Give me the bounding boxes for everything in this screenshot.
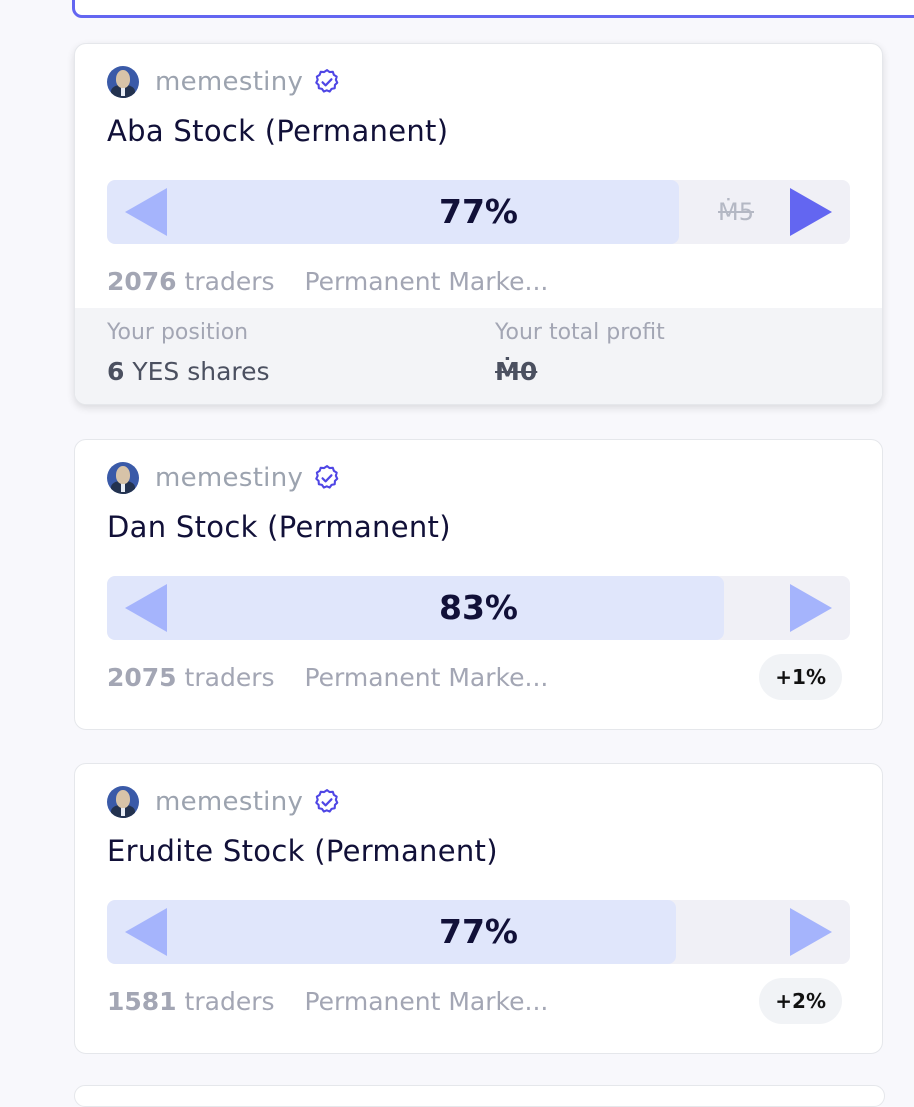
creator-row[interactable]: memestiny [107,784,341,820]
position-label: Your position [107,320,249,345]
market-title[interactable]: Aba Stock (Permanent) [107,114,448,148]
market-meta: 2076 traders Permanent Marke... [107,264,548,300]
bet-yes-arrow-icon[interactable] [790,584,832,632]
market-title[interactable]: Dan Stock (Permanent) [107,510,451,544]
profit-label: Your total profit [495,320,665,345]
verified-badge-icon [315,789,339,813]
market-meta: 2075 traders Permanent Marke... [107,660,548,696]
search-box[interactable] [72,0,914,18]
group-tag[interactable]: Permanent Marke... [304,987,548,1016]
traders-count: 1581 [107,987,177,1016]
bet-no-arrow-icon[interactable] [125,188,167,236]
verified-badge-icon [315,465,339,489]
bet-amount: Ṁ5 [718,198,754,226]
creator-row[interactable]: memestiny [107,64,341,100]
position-value: 6 YES shares [107,356,270,388]
avatar [107,66,139,98]
traders-label: traders [184,267,275,296]
creator-name[interactable]: memestiny [155,463,303,493]
bet-no-arrow-icon[interactable] [125,908,167,956]
profit-value: Ṁ0 [495,357,538,386]
profit-column: Your total profit Ṁ0 [495,318,665,388]
position-panel: Your position 6 YES shares Your total pr… [75,308,882,404]
probability-change-badge: +1% [759,654,842,700]
bet-yes-arrow-icon[interactable] [790,908,832,956]
group-tag[interactable]: Permanent Marke... [304,663,548,692]
bet-no-arrow-icon[interactable] [125,584,167,632]
verified-badge-icon [315,69,339,93]
creator-name[interactable]: memestiny [155,67,303,97]
shares-label: YES shares [132,357,270,386]
probability-bar: 77% Ṁ5 [107,180,850,244]
avatar [107,462,139,494]
traders-label: traders [184,663,275,692]
probability-value: 77% [439,912,518,951]
market-card-partial[interactable] [74,1085,885,1107]
market-title[interactable]: Erudite Stock (Permanent) [107,834,498,868]
market-card[interactable]: memestiny Aba Stock (Permanent) 77% Ṁ5 2… [74,43,883,405]
position-column: Your position 6 YES shares [107,318,270,388]
creator-row[interactable]: memestiny [107,460,341,496]
probability-value: 83% [439,588,518,627]
bet-yes-arrow-icon[interactable] [790,188,832,236]
creator-name[interactable]: memestiny [155,787,303,817]
traders-count: 2075 [107,663,177,692]
group-tag[interactable]: Permanent Marke... [304,267,548,296]
market-meta: 1581 traders Permanent Marke... [107,984,548,1020]
market-card[interactable]: memestiny Erudite Stock (Permanent) 77% … [74,763,883,1054]
traders-count: 2076 [107,267,177,296]
avatar [107,786,139,818]
probability-bar: 77% [107,900,850,964]
market-card[interactable]: memestiny Dan Stock (Permanent) 83% 2075… [74,439,883,730]
shares-count: 6 [107,357,125,386]
probability-change-badge: +2% [759,978,842,1024]
probability-bar: 83% [107,576,850,640]
traders-label: traders [184,987,275,1016]
